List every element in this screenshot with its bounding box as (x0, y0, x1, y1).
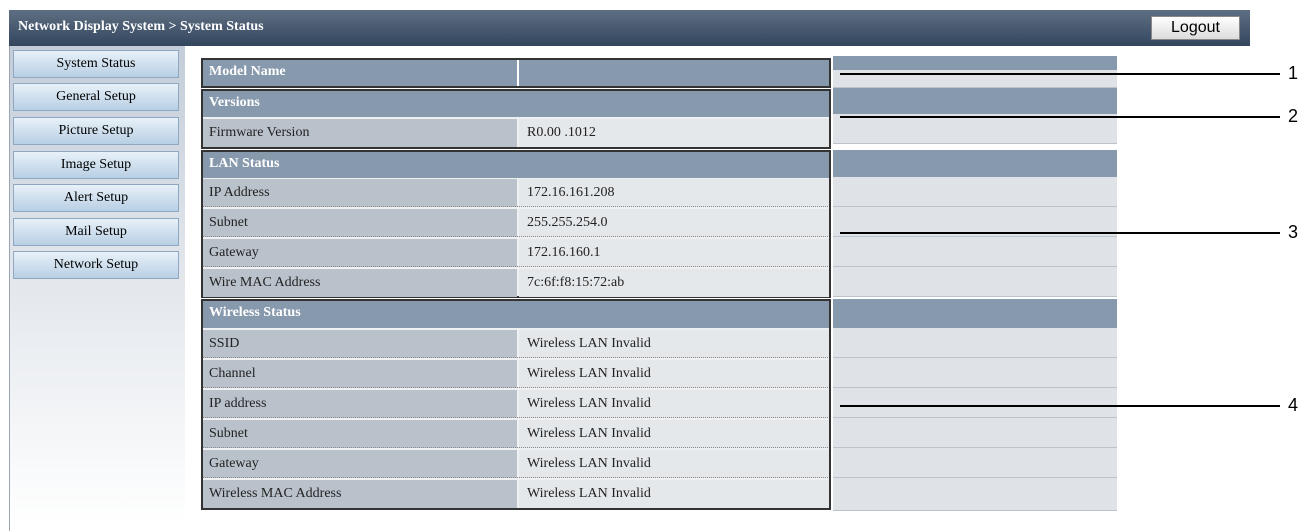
label-cell: Gateway (203, 239, 517, 267)
lan-status-header-label: LAN Status (209, 156, 280, 171)
row-separator (203, 447, 829, 448)
table-row: SSID Wireless LAN Invalid (203, 330, 829, 358)
table-row: Wireless MAC Address Wireless LAN Invali… (203, 480, 829, 508)
wireless-ip-value: Wireless LAN Invalid (527, 396, 651, 411)
firmware-version-value: R0.00 .1012 (527, 125, 596, 140)
row-separator (203, 206, 829, 207)
subnet-label: Subnet (209, 215, 248, 230)
top-bar: Network Display System > System Status L… (9, 10, 1250, 46)
sidebar-item-network-setup[interactable]: Network Setup (13, 251, 179, 279)
lan-status-group: LAN Status IP Address 172.16.161.208 Sub… (201, 150, 831, 298)
firmware-version-label: Firmware Version (209, 125, 310, 140)
channel-label: Channel (209, 366, 256, 381)
ssid-value: Wireless LAN Invalid (527, 336, 651, 351)
callout-number-3: 3 (1288, 222, 1299, 242)
gateway-value: 172.16.160.1 (527, 245, 601, 260)
table-row: Gateway Wireless LAN Invalid (203, 450, 829, 478)
sidebar-item-general-setup[interactable]: General Setup (13, 83, 179, 111)
model-name-group: Model Name (201, 58, 831, 88)
channel-value: Wireless LAN Invalid (527, 366, 651, 381)
sidebar-item-picture-setup[interactable]: Picture Setup (13, 117, 179, 145)
wireless-mac-value: Wireless LAN Invalid (527, 486, 651, 501)
wireless-subnet-label: Subnet (209, 426, 248, 441)
gateway-label: Gateway (209, 245, 259, 260)
row-separator (203, 387, 829, 388)
table-row: Subnet 255.255.254.0 (203, 209, 829, 237)
label-cell: Subnet (203, 420, 517, 448)
sidebar-item-system-status[interactable]: System Status (13, 50, 179, 78)
wireless-gateway-value: Wireless LAN Invalid (527, 456, 651, 471)
table-row: Subnet Wireless LAN Invalid (203, 420, 829, 448)
wire-mac-value: 7c:6f:f8:15:72:ab (527, 275, 625, 290)
value-cell: 255.255.254.0 (519, 209, 829, 237)
callout-number-2: 2 (1288, 106, 1299, 126)
sidebar-item-mail-setup[interactable]: Mail Setup (13, 218, 179, 246)
ssid-label: SSID (209, 336, 240, 351)
versions-group: Versions Firmware Version R0.00 .1012 (201, 89, 831, 149)
wireless-gateway-label: Gateway (209, 456, 259, 471)
label-cell: SSID (203, 330, 517, 358)
label-cell: Channel (203, 360, 517, 388)
value-cell: Wireless LAN Invalid (519, 420, 829, 448)
subnet-value: 255.255.254.0 (527, 215, 608, 230)
label-cell: Firmware Version (203, 119, 517, 147)
row-separator (203, 266, 829, 267)
wireless-status-group: Wireless Status SSID Wireless LAN Invali… (201, 299, 831, 510)
value-cell: 7c:6f:f8:15:72:ab (519, 269, 829, 297)
table-row: IP Address 172.16.161.208 (203, 179, 829, 207)
value-cell: Wireless LAN Invalid (519, 480, 829, 508)
model-name-row: Model Name (203, 60, 829, 86)
row-separator (203, 477, 829, 478)
ip-address-label: IP Address (209, 185, 270, 200)
sidebar: System Status General Setup Picture Setu… (10, 46, 185, 531)
row-separator (203, 236, 829, 237)
value-cell: Wireless LAN Invalid (519, 390, 829, 418)
callout-line-3 (840, 232, 1280, 234)
value-cell: 172.16.161.208 (519, 179, 829, 207)
sidebar-item-alert-setup[interactable]: Alert Setup (13, 184, 179, 212)
wireless-ip-label: IP address (209, 396, 267, 411)
table-row: Wire MAC Address 7c:6f:f8:15:72:ab (203, 269, 829, 297)
wireless-subnet-value: Wireless LAN Invalid (527, 426, 651, 441)
row-separator (203, 357, 829, 358)
value-cell: R0.00 .1012 (519, 119, 829, 147)
label-cell: Gateway (203, 450, 517, 478)
table-row: Channel Wireless LAN Invalid (203, 360, 829, 388)
table-row: Firmware Version R0.00 .1012 (203, 119, 829, 147)
logout-button[interactable]: Logout (1151, 16, 1240, 40)
label-cell: IP Address (203, 179, 517, 207)
label-cell: Wireless MAC Address (203, 480, 517, 508)
wireless-status-header-label: Wireless Status (209, 305, 301, 320)
sidebar-item-image-setup[interactable]: Image Setup (13, 151, 179, 179)
table-row: IP address Wireless LAN Invalid (203, 390, 829, 418)
versions-header: Versions (203, 91, 829, 117)
ip-address-value: 172.16.161.208 (527, 185, 615, 200)
model-name-label: Model Name (209, 64, 286, 79)
callout-line-4 (840, 405, 1280, 407)
wireless-mac-label: Wireless MAC Address (209, 486, 342, 501)
label-cell: IP address (203, 390, 517, 418)
label-cell: Subnet (203, 209, 517, 237)
value-cell: Wireless LAN Invalid (519, 450, 829, 478)
table-row: Gateway 172.16.160.1 (203, 239, 829, 267)
lan-status-header: LAN Status (203, 152, 829, 178)
value-cell: Wireless LAN Invalid (519, 330, 829, 358)
wireless-status-header: Wireless Status (203, 301, 829, 328)
status-table: Model Name Versions Firmware Version R0.… (201, 56, 1118, 511)
row-separator (203, 417, 829, 418)
label-cell: Wire MAC Address (203, 269, 517, 297)
callout-number-1: 1 (1288, 63, 1299, 83)
page-title: Network Display System > System Status (18, 19, 264, 34)
wire-mac-label: Wire MAC Address (209, 275, 321, 290)
callout-number-4: 4 (1288, 395, 1299, 415)
versions-header-label: Versions (209, 95, 260, 110)
cell-divider (517, 60, 519, 86)
value-cell: 172.16.160.1 (519, 239, 829, 267)
callout-line-1 (840, 73, 1280, 75)
value-cell: Wireless LAN Invalid (519, 360, 829, 388)
callout-line-2 (840, 116, 1280, 118)
